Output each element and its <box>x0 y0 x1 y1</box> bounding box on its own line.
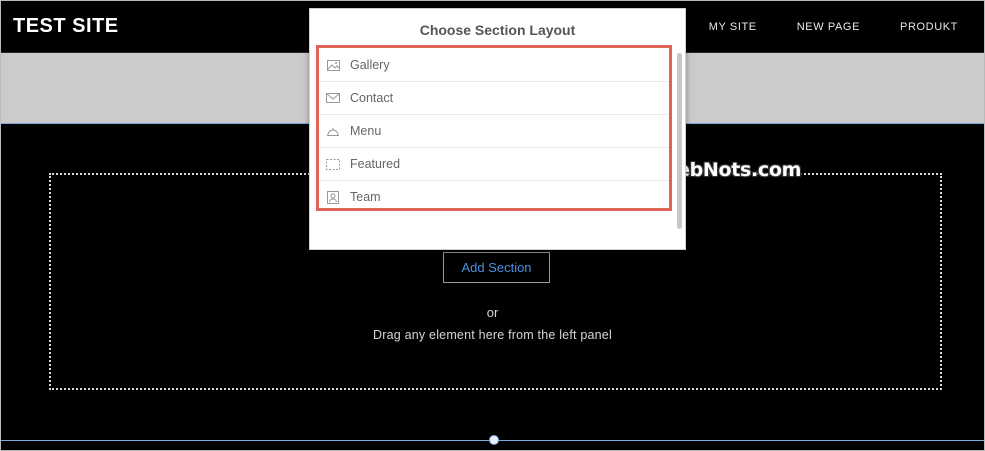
add-section-button[interactable]: Add Section <box>443 252 550 283</box>
highlight-box <box>316 45 672 211</box>
drag-hint-text: Drag any element here from the left pane… <box>373 328 612 342</box>
section-layout-popup: Choose Section Layout Gallery Contact Me… <box>309 8 686 250</box>
editor-canvas: TEST SITE MY SITE NEW PAGE PRODUKT Add S… <box>0 0 985 451</box>
site-nav: MY SITE NEW PAGE PRODUKT <box>709 21 958 33</box>
popup-title: Choose Section Layout <box>419 22 576 38</box>
resize-handle[interactable] <box>489 435 499 445</box>
site-title[interactable]: TEST SITE <box>13 15 119 38</box>
nav-item-my-site[interactable]: MY SITE <box>709 21 757 33</box>
or-text: or <box>486 305 499 320</box>
nav-item-produkt[interactable]: PRODUKT <box>900 21 958 33</box>
nav-item-new-page[interactable]: NEW PAGE <box>797 21 860 33</box>
popup-scrollbar[interactable] <box>677 53 682 229</box>
